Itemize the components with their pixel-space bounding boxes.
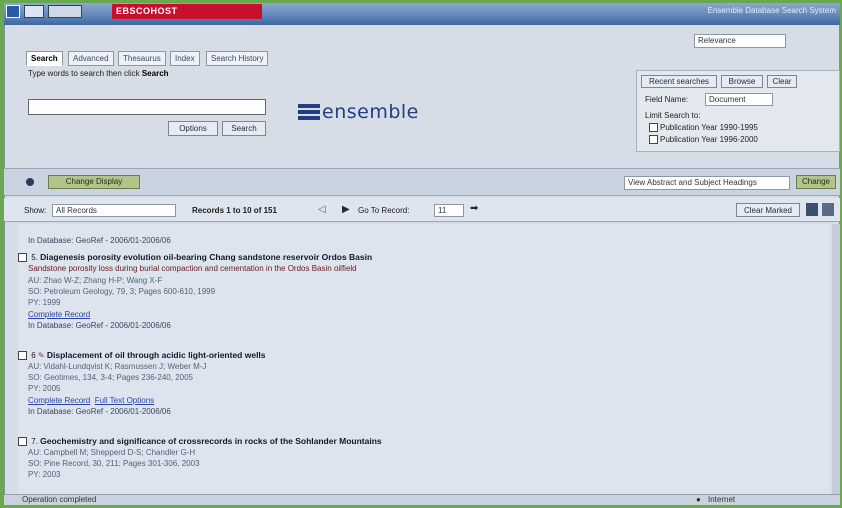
next-icon[interactable]: ▶ bbox=[342, 204, 350, 215]
database-line: In Database: GeoRef - 2006/01-2006/06 bbox=[28, 321, 171, 330]
zone-text: Internet bbox=[708, 495, 736, 504]
browse-button[interactable]: Browse bbox=[721, 75, 763, 88]
search-button[interactable]: Search bbox=[222, 121, 266, 136]
ensemble-logo-icon bbox=[298, 104, 320, 126]
record-author: AU: Zhao W-Z; Zhang H-P; Wang X-F bbox=[28, 276, 163, 285]
search-input[interactable] bbox=[28, 99, 266, 115]
field-name-label: Field Name: bbox=[645, 95, 689, 104]
field-name-select[interactable]: Document bbox=[705, 93, 773, 106]
complete-record-link[interactable]: Complete Record bbox=[28, 396, 90, 405]
record-excerpt: Sandstone porosity loss during burial co… bbox=[28, 264, 357, 273]
app-icon[interactable] bbox=[6, 5, 20, 18]
database-line: In Database: GeoRef - 2006/01-2006/06 bbox=[28, 407, 171, 416]
go-icon[interactable]: ➡ bbox=[470, 203, 478, 214]
tab-search[interactable]: Search bbox=[26, 51, 63, 66]
tab-search-history[interactable]: Search History bbox=[206, 51, 269, 66]
change-button[interactable]: Change bbox=[796, 175, 836, 189]
sort-select[interactable]: Relevance bbox=[694, 34, 786, 48]
table-row[interactable]: 6 ✎ Displacement of oil through acidic l… bbox=[18, 350, 266, 361]
record-year: PY: 2005 bbox=[28, 384, 61, 393]
records-count: Records 1 to 10 of 151 bbox=[192, 206, 277, 215]
scrollbar[interactable] bbox=[832, 224, 840, 494]
recent-searches-button[interactable]: Recent searches bbox=[641, 75, 717, 88]
tab-advanced[interactable]: Advanced bbox=[68, 51, 114, 66]
record-year: PY: 2003 bbox=[28, 470, 61, 479]
record-source: SO: Petroleum Geology, 79, 3; Pages 600-… bbox=[28, 287, 216, 296]
show-select[interactable]: All Records bbox=[52, 204, 176, 217]
checkbox[interactable] bbox=[649, 123, 658, 133]
clear-marked-button[interactable]: Clear Marked bbox=[736, 203, 800, 217]
display-format-select[interactable]: View Abstract and Subject Headings bbox=[624, 176, 790, 190]
pen-icon: ✎ bbox=[37, 351, 45, 360]
limit-option-label: Publication Year 1996-2000 bbox=[660, 135, 758, 144]
limit-option[interactable]: Publication Year 1996-2000 bbox=[649, 135, 758, 145]
record-source: SO: Pine Record, 30, 211; Pages 301-306,… bbox=[28, 459, 200, 468]
goto-label: Go To Record: bbox=[358, 206, 410, 215]
brand-banner: EBSCOHOST bbox=[112, 4, 262, 19]
record-title[interactable]: Geochemistry and significance of crossre… bbox=[40, 436, 382, 446]
search-hint-text: Type words to search then click bbox=[28, 69, 140, 78]
search-hint-bold: Search bbox=[141, 69, 169, 78]
record-links: Complete Record Full Text Options bbox=[28, 396, 154, 405]
status-text: Operation completed bbox=[22, 495, 97, 504]
search-hint: Type words to search then click Search bbox=[28, 69, 169, 78]
limit-option-label: Publication Year 1990-1995 bbox=[660, 123, 758, 132]
table-row[interactable]: 7. Geochemistry and significance of cros… bbox=[18, 436, 382, 447]
toolbar-icon[interactable] bbox=[48, 5, 82, 18]
results-list: In Database: GeoRef - 2006/01-2006/06 5.… bbox=[18, 224, 830, 494]
select-record-checkbox[interactable] bbox=[18, 351, 27, 361]
limit-label: Limit Search to: bbox=[645, 111, 701, 120]
window-title-text: Ensemble Database Search System bbox=[707, 6, 836, 15]
record-number: 6 bbox=[31, 351, 36, 360]
tab-index[interactable]: Index bbox=[170, 51, 200, 66]
options-button[interactable]: Options bbox=[168, 121, 218, 136]
database-line: In Database: GeoRef - 2006/01-2006/06 bbox=[28, 236, 171, 245]
record-title[interactable]: Displacement of oil through acidic light… bbox=[47, 350, 266, 360]
limit-option[interactable]: Publication Year 1990-1995 bbox=[649, 123, 758, 133]
globe-icon: ● bbox=[696, 495, 701, 504]
record-year: PY: 1999 bbox=[28, 298, 61, 307]
bullet-icon bbox=[26, 178, 34, 186]
select-record-checkbox[interactable] bbox=[18, 437, 27, 447]
tab-thesaurus[interactable]: Thesaurus bbox=[118, 51, 166, 66]
print-icon[interactable] bbox=[806, 203, 818, 216]
record-title[interactable]: Diagenesis porosity evolution oil-bearin… bbox=[40, 252, 372, 262]
status-bar: Operation completed ● Internet bbox=[4, 494, 840, 505]
goto-input[interactable]: 11 bbox=[434, 204, 464, 217]
full-text-link[interactable]: Full Text Options bbox=[95, 396, 154, 405]
record-number: 7 bbox=[31, 437, 36, 446]
table-row[interactable]: 5. Diagenesis porosity evolution oil-bea… bbox=[18, 252, 372, 263]
clear-button[interactable]: Clear bbox=[767, 75, 797, 88]
show-label: Show: bbox=[24, 206, 47, 215]
record-source: SO: Geotimes, 134, 3-4; Pages 236-240, 2… bbox=[28, 373, 193, 382]
limit-panel: Recent searches Browse Clear Field Name:… bbox=[636, 70, 840, 152]
change-display-button[interactable]: Change Display bbox=[48, 175, 140, 189]
select-record-checkbox[interactable] bbox=[18, 253, 27, 263]
previous-icon[interactable]: ◁ bbox=[318, 204, 326, 215]
save-icon[interactable] bbox=[822, 203, 834, 216]
checkbox[interactable] bbox=[649, 135, 658, 145]
ensemble-logo: ensemble bbox=[322, 101, 419, 123]
record-number: 5 bbox=[31, 253, 36, 262]
record-author: AU: Campbell M; Shepperd D-S; Chandler G… bbox=[28, 448, 196, 457]
complete-record-link[interactable]: Complete Record bbox=[28, 310, 90, 319]
toolbar-icon[interactable] bbox=[24, 5, 44, 18]
record-author: AU: Vidahl-Lundqvist K; Rasmussen J; Web… bbox=[28, 362, 207, 371]
